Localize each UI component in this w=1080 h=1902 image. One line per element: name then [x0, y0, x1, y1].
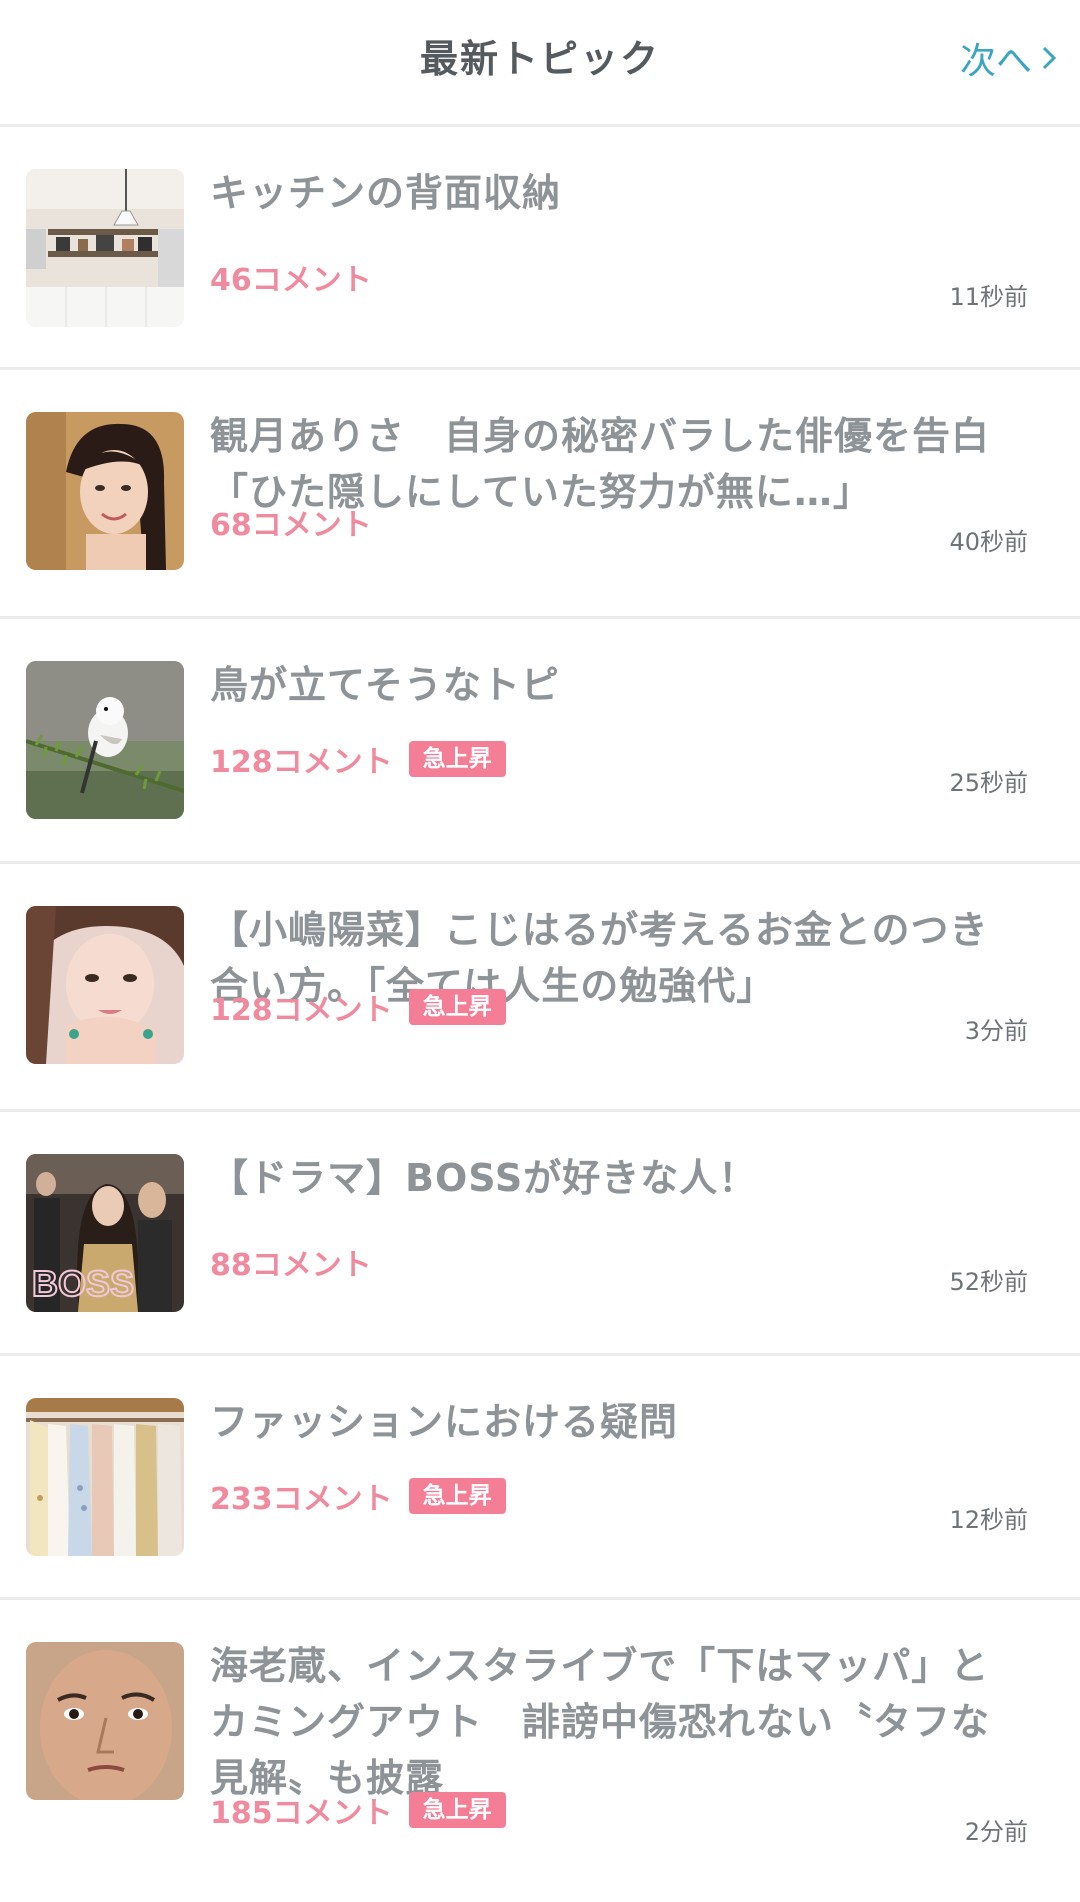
topic-thumbnail: [26, 906, 184, 1064]
topic-time: 25秒前: [949, 769, 1028, 797]
topic-item[interactable]: 海老蔵、インスタライブで「下はマッパ」とカミングアウト 誹謗中傷恐れない〝タフな…: [0, 1600, 1080, 1860]
topic-time: 3分前: [964, 1017, 1028, 1045]
comment-count: 185コメント: [210, 1796, 393, 1831]
topic-thumbnail: [26, 1642, 184, 1800]
topic-time: 52秒前: [949, 1268, 1028, 1296]
topic-thumbnail: [26, 1398, 184, 1556]
next-button[interactable]: 次へ: [960, 32, 1058, 84]
comment-count: 68コメント: [210, 508, 372, 543]
topic-item[interactable]: 観月ありさ 自身の秘密バラした俳優を告白「ひた隠しにしていた努力が無に…」 68…: [0, 370, 1080, 619]
topic-meta: 185コメント 急上昇: [210, 1788, 506, 1832]
topic-item[interactable]: 【小嶋陽菜】こじはるが考えるお金とのつき合い方。「全ては人生の勉強代」 128コ…: [0, 864, 1080, 1112]
comment-count: 46コメント: [210, 263, 372, 298]
topic-thumbnail: [26, 412, 184, 570]
trending-badge: 急上昇: [408, 741, 506, 777]
topic-time: 12秒前: [949, 1506, 1028, 1534]
topic-meta: 46コメント: [210, 255, 372, 299]
topic-meta: 128コメント 急上昇: [210, 985, 506, 1029]
svg-text:BOSS: BOSS: [32, 1263, 134, 1304]
topic-item[interactable]: ファッションにおける疑問 233コメント 急上昇 12秒前: [0, 1356, 1080, 1600]
trending-badge: 急上昇: [408, 1792, 506, 1828]
topic-meta: 233コメント 急上昇: [210, 1474, 506, 1518]
trending-badge: 急上昇: [408, 1478, 506, 1514]
top-bar: 最新トピック 次へ: [0, 0, 1080, 127]
page-title: 最新トピック: [419, 37, 660, 81]
topic-title: 【ドラマ】BOSSが好きな人！: [210, 1156, 758, 1200]
trending-badge: 急上昇: [408, 989, 506, 1025]
topic-thumbnail: BOSS: [26, 1154, 184, 1312]
topic-time: 11秒前: [949, 283, 1028, 311]
comment-count: 88コメント: [210, 1248, 372, 1283]
topic-title: ファッションにおける疑問: [210, 1400, 679, 1444]
topic-meta: 68コメント: [210, 500, 372, 544]
topic-list: キッチンの背面収納 46コメント 11秒前 観月ありさ 自身の秘密バラした俳優を…: [0, 127, 1080, 1860]
topic-title: 海老蔵、インスタライブで「下はマッパ」とカミングアウト 誹謗中傷恐れない〝タフな…: [210, 1644, 991, 1800]
topic-time: 2分前: [964, 1818, 1028, 1846]
comment-count: 233コメント: [210, 1482, 393, 1517]
comment-count: 128コメント: [210, 993, 393, 1028]
comment-count: 128コメント: [210, 745, 393, 780]
topic-meta: 128コメント 急上昇: [210, 737, 506, 781]
next-label: 次へ: [959, 41, 1032, 82]
topic-title: キッチンの背面収納: [210, 171, 562, 215]
topic-time: 40秒前: [949, 528, 1028, 556]
topic-thumbnail: [26, 169, 184, 327]
chevron-right-icon: [1042, 46, 1057, 70]
topic-title: 鳥が立てそうなトピ: [210, 663, 560, 707]
topic-item[interactable]: BOSS 【ドラマ】BOSSが好きな人！ 88コメント 52秒前: [0, 1112, 1080, 1356]
topic-meta: 88コメント: [210, 1240, 372, 1284]
topic-thumbnail: [26, 661, 184, 819]
topic-item[interactable]: 鳥が立てそうなトピ 128コメント 急上昇 25秒前: [0, 619, 1080, 864]
topic-item[interactable]: キッチンの背面収納 46コメント 11秒前: [0, 127, 1080, 370]
